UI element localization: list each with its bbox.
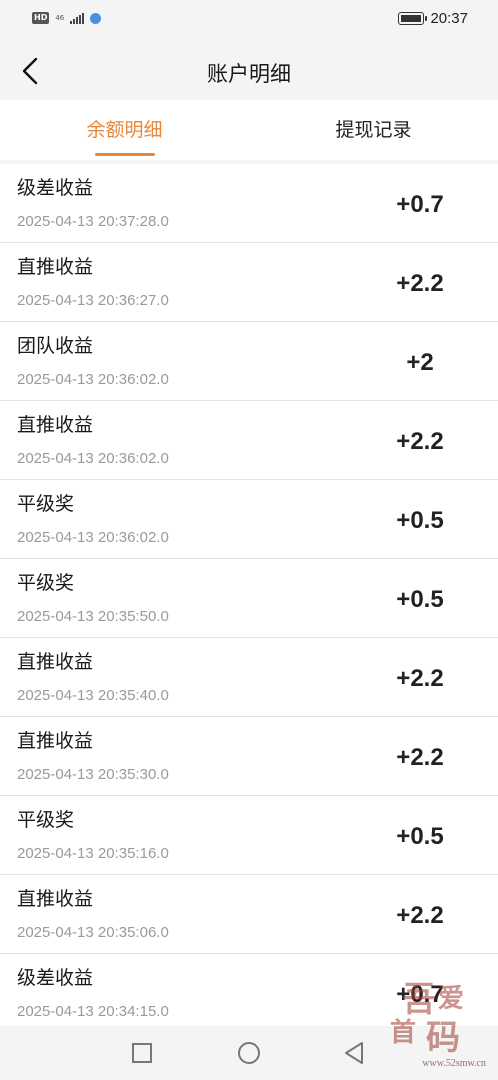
record-amount: +0.5 — [396, 507, 444, 534]
list-item[interactable]: 直推收益 2025-04-13 20:36:02.0 +2.2 — [0, 401, 498, 480]
record-timestamp: 2025-04-13 20:36:02.0 — [17, 450, 169, 467]
list-item[interactable]: 平级奖 2025-04-13 20:35:16.0 +0.5 — [0, 796, 498, 875]
tab-balance-detail[interactable]: 余额明细 — [0, 100, 249, 160]
list-item[interactable]: 级差收益 2025-04-13 20:37:28.0 +0.7 — [0, 164, 498, 243]
record-title: 团队收益 — [17, 335, 94, 357]
record-timestamp: 2025-04-13 20:37:28.0 — [17, 213, 169, 230]
record-timestamp: 2025-04-13 20:36:02.0 — [17, 529, 169, 546]
record-timestamp: 2025-04-13 20:35:50.0 — [17, 608, 169, 625]
app-notification-icon — [90, 12, 102, 24]
square-icon[interactable] — [129, 1040, 155, 1066]
record-title: 平级奖 — [17, 809, 75, 831]
record-amount: +0.5 — [396, 586, 444, 613]
title-bar: 账户明细 — [0, 42, 498, 100]
record-timestamp: 2025-04-13 20:35:16.0 — [17, 845, 169, 862]
list-item[interactable]: 平级奖 2025-04-13 20:35:50.0 +0.5 — [0, 559, 498, 638]
watermark-char: 首 — [390, 1018, 417, 1048]
record-amount: +2.2 — [396, 270, 444, 297]
watermark-char: 码 — [426, 1018, 460, 1058]
status-time: 20:37 — [430, 10, 468, 27]
record-timestamp: 2025-04-13 20:36:27.0 — [17, 292, 169, 309]
record-amount: +0.7 — [396, 191, 444, 218]
record-title: 级差收益 — [17, 967, 94, 989]
record-timestamp: 2025-04-13 20:35:06.0 — [17, 924, 169, 941]
page-title: 账户明细 — [207, 62, 291, 86]
tab-active-indicator — [94, 153, 155, 156]
record-amount: +2.2 — [396, 428, 444, 455]
network-type: 46 — [55, 13, 65, 22]
list-item[interactable]: 直推收益 2025-04-13 20:35:30.0 +2.2 — [0, 717, 498, 796]
record-title: 平级奖 — [17, 493, 75, 515]
list-item[interactable]: 直推收益 2025-04-13 20:35:40.0 +2.2 — [0, 638, 498, 717]
record-amount: +2.2 — [396, 744, 444, 771]
circle-home-icon[interactable] — [236, 1040, 262, 1066]
record-title: 直推收益 — [17, 414, 94, 436]
record-amount: +2 — [406, 349, 434, 376]
records-list: 级差收益 2025-04-13 20:37:28.0 +0.7 直推收益 2025-04… — [0, 164, 498, 1033]
signal-icon — [70, 12, 85, 24]
list-item[interactable]: 平级奖 2025-04-13 20:36:02.0 +0.5 — [0, 480, 498, 559]
record-amount: +2.2 — [396, 902, 444, 929]
record-title: 级差收益 — [17, 177, 94, 199]
status-right: 20:37 — [398, 10, 468, 27]
record-timestamp: 2025-04-13 20:34:15.0 — [17, 1003, 169, 1020]
triangle-back-icon[interactable] — [342, 1040, 368, 1066]
hd-badge: HD — [32, 12, 50, 24]
tab-bar: 余额明细 提现记录 — [0, 100, 498, 160]
status-left: HD 46 — [32, 12, 102, 24]
record-amount: +0.5 — [396, 823, 444, 850]
tab-withdraw-records[interactable]: 提现记录 — [249, 100, 498, 160]
record-title: 直推收益 — [17, 256, 94, 278]
record-title: 平级奖 — [17, 572, 75, 594]
status-bar: HD 46 20:37 — [0, 0, 498, 42]
list-item[interactable]: 直推收益 2025-04-13 20:36:27.0 +2.2 — [0, 243, 498, 322]
record-title: 直推收益 — [17, 888, 94, 910]
record-title: 直推收益 — [17, 730, 94, 752]
battery-icon — [398, 12, 428, 25]
list-item[interactable]: 团队收益 2025-04-13 20:36:02.0 +2 — [0, 322, 498, 401]
list-item[interactable]: 直推收益 2025-04-13 20:35:06.0 +2.2 — [0, 875, 498, 954]
watermark-logo: 吾 爱 首 码 www.52smw.cn — [380, 972, 490, 1072]
record-timestamp: 2025-04-13 20:36:02.0 — [17, 371, 169, 388]
record-amount: +2.2 — [396, 665, 444, 692]
record-timestamp: 2025-04-13 20:35:30.0 — [17, 766, 169, 783]
record-timestamp: 2025-04-13 20:35:40.0 — [17, 687, 169, 704]
watermark-url: www.52smw.cn — [422, 1058, 486, 1069]
record-title: 直推收益 — [17, 651, 94, 673]
